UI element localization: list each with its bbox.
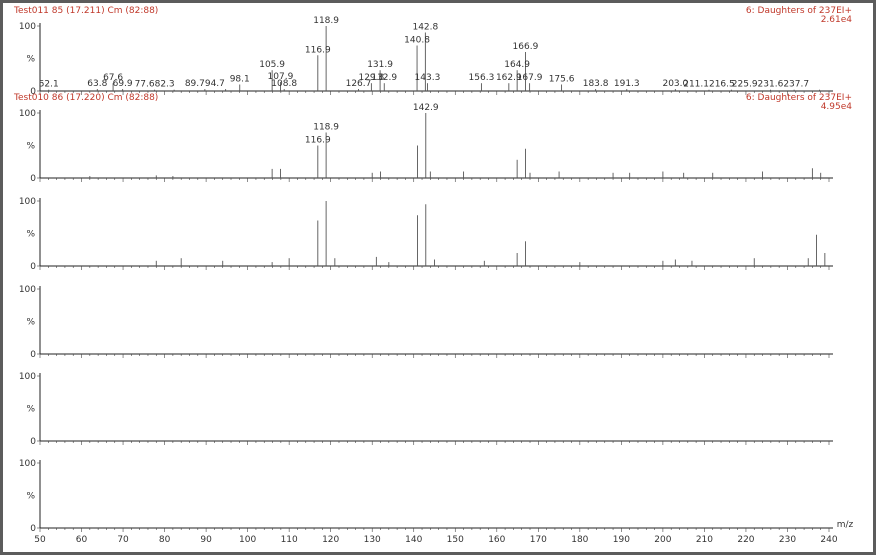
trace-intensity: 4.95e4 xyxy=(821,102,853,112)
y-tick-label: % xyxy=(26,405,35,415)
peak-label: 166.9 xyxy=(513,42,539,52)
x-tick-label: 150 xyxy=(447,535,464,545)
trace-header-left: Test010 86 (17.220) Cm (82:88) xyxy=(13,93,158,103)
x-tick-label: 80 xyxy=(159,535,171,545)
x-tick-label: 140 xyxy=(405,535,422,545)
peak-label: 89.794.7 xyxy=(185,79,225,89)
x-tick-label: 200 xyxy=(654,535,671,545)
peak-label: 142.8 xyxy=(412,23,438,33)
x-tick-label: 100 xyxy=(239,535,256,545)
peak-label: 116.9 xyxy=(305,136,331,146)
x-tick-label: 50 xyxy=(34,535,46,545)
peak-label: 132.9 xyxy=(371,73,397,83)
y-tick-label: 100 xyxy=(19,285,36,295)
x-tick-label: 130 xyxy=(364,535,381,545)
peak-label: 191.3 xyxy=(614,79,640,89)
x-tick-label: 160 xyxy=(488,535,505,545)
y-tick-label: 0 xyxy=(30,350,36,360)
trace-header-left: Test011 85 (17.211) Cm (82:88) xyxy=(13,6,158,16)
y-tick-label: 0 xyxy=(30,437,36,447)
peak-label: 142.9 xyxy=(413,103,439,113)
peak-label: 175.6 xyxy=(549,75,575,85)
peak-label: 77.682.3 xyxy=(135,80,175,90)
peak-label: 118.9 xyxy=(313,123,339,133)
x-tick-label: 60 xyxy=(76,535,88,545)
y-tick-label: 100 xyxy=(19,22,36,32)
x-tick-label: 90 xyxy=(200,535,212,545)
peak-label: 69.9 xyxy=(113,79,133,89)
x-tick-label: 110 xyxy=(281,535,298,545)
x-tick-label: 220 xyxy=(737,535,754,545)
x-tick-label: 240 xyxy=(820,535,837,545)
x-tick-label: 230 xyxy=(779,535,796,545)
peak-label: 131.9 xyxy=(367,60,393,70)
peak-label: 108.8 xyxy=(271,79,297,89)
peak-label: 118.9 xyxy=(313,16,339,26)
y-tick-label: % xyxy=(26,230,35,240)
peak-label: 211.1216.5 xyxy=(683,80,735,90)
peak-label: 164.9 xyxy=(504,60,530,70)
x-tick-label: 170 xyxy=(530,535,547,545)
peak-label: 143.3 xyxy=(415,73,441,83)
y-tick-label: 100 xyxy=(19,372,36,382)
y-tick-label: 0 xyxy=(30,174,36,184)
y-tick-label: % xyxy=(26,55,35,65)
x-axis-unit: m/z xyxy=(837,520,854,530)
peak-label: 98.1 xyxy=(230,75,250,85)
peak-label: 225.9231.6237.7 xyxy=(732,80,809,90)
peak-label: 156.3 xyxy=(469,73,495,83)
peak-label: 116.9 xyxy=(305,45,331,55)
y-tick-label: % xyxy=(26,492,35,502)
y-tick-label: 100 xyxy=(19,459,36,469)
x-tick-label: 210 xyxy=(696,535,713,545)
peak-label: 140.8 xyxy=(404,36,430,46)
peak-label: 52.1 xyxy=(39,80,59,90)
peak-label: 105.9 xyxy=(259,60,285,70)
y-tick-label: 100 xyxy=(19,109,36,119)
y-tick-label: % xyxy=(26,142,35,152)
x-tick-label: 120 xyxy=(322,535,339,545)
trace-intensity: 2.61e4 xyxy=(821,15,853,25)
y-tick-label: 0 xyxy=(30,524,36,534)
peak-label: 183.8 xyxy=(583,79,609,89)
mass-spectra-chart: 100%0Test011 85 (17.211) Cm (82:88) 6: Da… xyxy=(13,6,854,545)
x-tick-label: 190 xyxy=(613,535,630,545)
y-tick-label: 0 xyxy=(30,262,36,272)
y-tick-label: 100 xyxy=(19,197,36,207)
y-tick-label: % xyxy=(26,318,35,328)
x-tick-label: 70 xyxy=(117,535,129,545)
peak-label: 167.9 xyxy=(517,73,543,83)
x-tick-label: 180 xyxy=(571,535,588,545)
